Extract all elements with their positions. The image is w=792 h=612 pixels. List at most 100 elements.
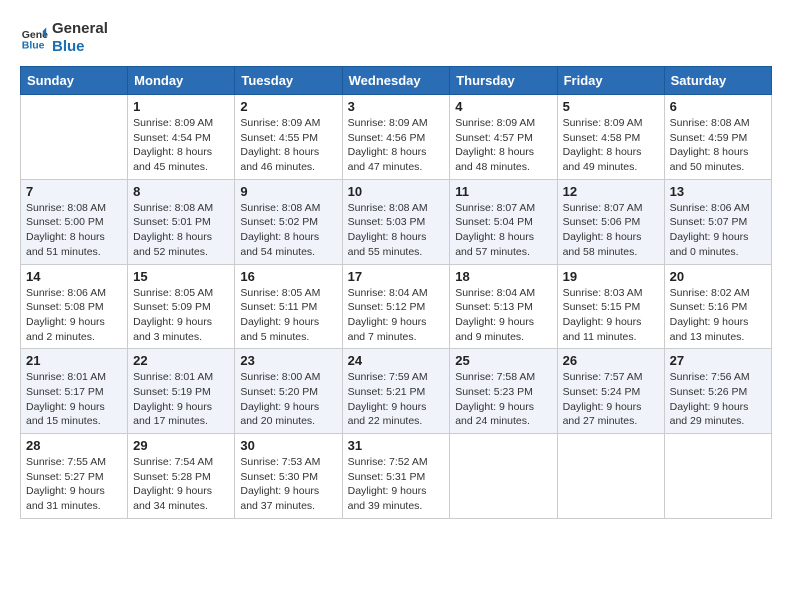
day-cell: 28Sunrise: 7:55 AM Sunset: 5:27 PM Dayli… bbox=[21, 434, 128, 519]
week-row-3: 14 Sunrise: 8:06 AM Sunset: 5:08 PM Dayli… bbox=[21, 264, 772, 349]
day-info: Sunrise: 8:05 AM Sunset: 5:11 PM Dayligh… bbox=[240, 286, 336, 345]
day-number: 20 bbox=[670, 269, 766, 284]
day-info: Sunrise: 7:57 AM Sunset: 5:24 PM Dayligh… bbox=[563, 370, 659, 429]
day-number: 5 bbox=[563, 99, 659, 114]
day-cell: 19Sunrise: 8:03 AM Sunset: 5:15 PM Dayli… bbox=[557, 264, 664, 349]
week-row-4: 21Sunrise: 8:01 AM Sunset: 5:17 PM Dayli… bbox=[21, 349, 772, 434]
calendar-header: SundayMondayTuesdayWednesdayThursdayFrid… bbox=[21, 67, 772, 95]
day-number: 17 bbox=[348, 269, 445, 284]
day-cell: 31Sunrise: 7:52 AM Sunset: 5:31 PM Dayli… bbox=[342, 434, 450, 519]
day-number: 6 bbox=[670, 99, 766, 114]
day-cell: 26 Sunrise: 7:57 AM Sunset: 5:24 PM Dayli… bbox=[557, 349, 664, 434]
day-cell: 20Sunrise: 8:02 AM Sunset: 5:16 PM Dayli… bbox=[664, 264, 771, 349]
day-number: 25 bbox=[455, 353, 551, 368]
day-cell: 25Sunrise: 7:58 AM Sunset: 5:23 PM Dayli… bbox=[450, 349, 557, 434]
calendar-table: SundayMondayTuesdayWednesdayThursdayFrid… bbox=[20, 66, 772, 519]
day-cell: 6 Sunrise: 8:08 AM Sunset: 4:59 PM Daylig… bbox=[664, 95, 771, 180]
header-cell-saturday: Saturday bbox=[664, 67, 771, 95]
day-cell bbox=[21, 95, 128, 180]
day-cell: 2 Sunrise: 8:09 AM Sunset: 4:55 PM Daylig… bbox=[235, 95, 342, 180]
day-cell bbox=[557, 434, 664, 519]
day-cell: 22Sunrise: 8:01 AM Sunset: 5:19 PM Dayli… bbox=[128, 349, 235, 434]
day-number: 2 bbox=[240, 99, 336, 114]
day-cell: 13 Sunrise: 8:06 AM Sunset: 5:07 PM Dayli… bbox=[664, 179, 771, 264]
day-cell: 24 Sunrise: 7:59 AM Sunset: 5:21 PM Dayli… bbox=[342, 349, 450, 434]
header-cell-monday: Monday bbox=[128, 67, 235, 95]
svg-text:Blue: Blue bbox=[22, 40, 45, 52]
day-cell: 30 Sunrise: 7:53 AM Sunset: 5:30 PM Dayli… bbox=[235, 434, 342, 519]
day-cell: 8 Sunrise: 8:08 AM Sunset: 5:01 PM Daylig… bbox=[128, 179, 235, 264]
day-number: 24 bbox=[348, 353, 445, 368]
day-cell: 17 Sunrise: 8:04 AM Sunset: 5:12 PM Dayli… bbox=[342, 264, 450, 349]
logo: General Blue General Blue bbox=[20, 20, 108, 56]
day-info: Sunrise: 7:53 AM Sunset: 5:30 PM Dayligh… bbox=[240, 455, 336, 514]
day-info: Sunrise: 7:56 AM Sunset: 5:26 PM Dayligh… bbox=[670, 370, 766, 429]
calendar-body: 1Sunrise: 8:09 AM Sunset: 4:54 PM Daylig… bbox=[21, 95, 772, 519]
day-number: 30 bbox=[240, 438, 336, 453]
day-number: 4 bbox=[455, 99, 551, 114]
header-cell-sunday: Sunday bbox=[21, 67, 128, 95]
day-info: Sunrise: 7:54 AM Sunset: 5:28 PM Dayligh… bbox=[133, 455, 229, 514]
day-number: 13 bbox=[670, 184, 766, 199]
day-number: 14 bbox=[26, 269, 122, 284]
day-info: Sunrise: 8:04 AM Sunset: 5:12 PM Dayligh… bbox=[348, 286, 445, 345]
day-cell: 10Sunrise: 8:08 AM Sunset: 5:03 PM Dayli… bbox=[342, 179, 450, 264]
day-number: 23 bbox=[240, 353, 336, 368]
day-cell: 15Sunrise: 8:05 AM Sunset: 5:09 PM Dayli… bbox=[128, 264, 235, 349]
day-info: Sunrise: 8:09 AM Sunset: 4:58 PM Dayligh… bbox=[563, 116, 659, 175]
day-number: 22 bbox=[133, 353, 229, 368]
day-number: 18 bbox=[455, 269, 551, 284]
page-header: General Blue General Blue bbox=[20, 20, 772, 56]
logo-icon: General Blue bbox=[20, 24, 48, 52]
day-cell: 9 Sunrise: 8:08 AM Sunset: 5:02 PM Daylig… bbox=[235, 179, 342, 264]
day-info: Sunrise: 8:09 AM Sunset: 4:55 PM Dayligh… bbox=[240, 116, 336, 175]
day-info: Sunrise: 8:07 AM Sunset: 5:04 PM Dayligh… bbox=[455, 201, 551, 260]
header-cell-tuesday: Tuesday bbox=[235, 67, 342, 95]
day-cell bbox=[664, 434, 771, 519]
logo-general: General bbox=[52, 20, 108, 38]
day-info: Sunrise: 8:06 AM Sunset: 5:07 PM Dayligh… bbox=[670, 201, 766, 260]
day-cell: 12Sunrise: 8:07 AM Sunset: 5:06 PM Dayli… bbox=[557, 179, 664, 264]
day-cell: 14 Sunrise: 8:06 AM Sunset: 5:08 PM Dayli… bbox=[21, 264, 128, 349]
day-cell: 27Sunrise: 7:56 AM Sunset: 5:26 PM Dayli… bbox=[664, 349, 771, 434]
day-cell: 4 Sunrise: 8:09 AM Sunset: 4:57 PM Daylig… bbox=[450, 95, 557, 180]
week-row-1: 1Sunrise: 8:09 AM Sunset: 4:54 PM Daylig… bbox=[21, 95, 772, 180]
day-number: 3 bbox=[348, 99, 445, 114]
day-info: Sunrise: 8:09 AM Sunset: 4:57 PM Dayligh… bbox=[455, 116, 551, 175]
day-info: Sunrise: 8:08 AM Sunset: 5:03 PM Dayligh… bbox=[348, 201, 445, 260]
day-info: Sunrise: 8:03 AM Sunset: 5:15 PM Dayligh… bbox=[563, 286, 659, 345]
day-cell: 23Sunrise: 8:00 AM Sunset: 5:20 PM Dayli… bbox=[235, 349, 342, 434]
day-cell: 21Sunrise: 8:01 AM Sunset: 5:17 PM Dayli… bbox=[21, 349, 128, 434]
day-cell bbox=[450, 434, 557, 519]
header-cell-friday: Friday bbox=[557, 67, 664, 95]
day-info: Sunrise: 8:09 AM Sunset: 4:54 PM Dayligh… bbox=[133, 116, 229, 175]
day-number: 9 bbox=[240, 184, 336, 199]
day-info: Sunrise: 8:04 AM Sunset: 5:13 PM Dayligh… bbox=[455, 286, 551, 345]
day-cell: 18 Sunrise: 8:04 AM Sunset: 5:13 PM Dayli… bbox=[450, 264, 557, 349]
day-cell: 3 Sunrise: 8:09 AM Sunset: 4:56 PM Daylig… bbox=[342, 95, 450, 180]
day-number: 28 bbox=[26, 438, 122, 453]
day-cell: 29 Sunrise: 7:54 AM Sunset: 5:28 PM Dayli… bbox=[128, 434, 235, 519]
day-number: 26 bbox=[563, 353, 659, 368]
day-cell: 11Sunrise: 8:07 AM Sunset: 5:04 PM Dayli… bbox=[450, 179, 557, 264]
logo-blue: Blue bbox=[52, 38, 108, 56]
week-row-5: 28Sunrise: 7:55 AM Sunset: 5:27 PM Dayli… bbox=[21, 434, 772, 519]
day-cell: 5 Sunrise: 8:09 AM Sunset: 4:58 PM Daylig… bbox=[557, 95, 664, 180]
day-number: 21 bbox=[26, 353, 122, 368]
day-number: 12 bbox=[563, 184, 659, 199]
day-number: 16 bbox=[240, 269, 336, 284]
day-info: Sunrise: 8:08 AM Sunset: 4:59 PM Dayligh… bbox=[670, 116, 766, 175]
day-number: 29 bbox=[133, 438, 229, 453]
day-info: Sunrise: 7:59 AM Sunset: 5:21 PM Dayligh… bbox=[348, 370, 445, 429]
day-info: Sunrise: 8:08 AM Sunset: 5:00 PM Dayligh… bbox=[26, 201, 122, 260]
day-number: 8 bbox=[133, 184, 229, 199]
header-row: SundayMondayTuesdayWednesdayThursdayFrid… bbox=[21, 67, 772, 95]
day-info: Sunrise: 8:06 AM Sunset: 5:08 PM Dayligh… bbox=[26, 286, 122, 345]
day-cell: 16 Sunrise: 8:05 AM Sunset: 5:11 PM Dayli… bbox=[235, 264, 342, 349]
day-info: Sunrise: 8:08 AM Sunset: 5:01 PM Dayligh… bbox=[133, 201, 229, 260]
day-info: Sunrise: 8:08 AM Sunset: 5:02 PM Dayligh… bbox=[240, 201, 336, 260]
day-cell: 7Sunrise: 8:08 AM Sunset: 5:00 PM Daylig… bbox=[21, 179, 128, 264]
day-number: 15 bbox=[133, 269, 229, 284]
day-number: 31 bbox=[348, 438, 445, 453]
day-info: Sunrise: 8:09 AM Sunset: 4:56 PM Dayligh… bbox=[348, 116, 445, 175]
